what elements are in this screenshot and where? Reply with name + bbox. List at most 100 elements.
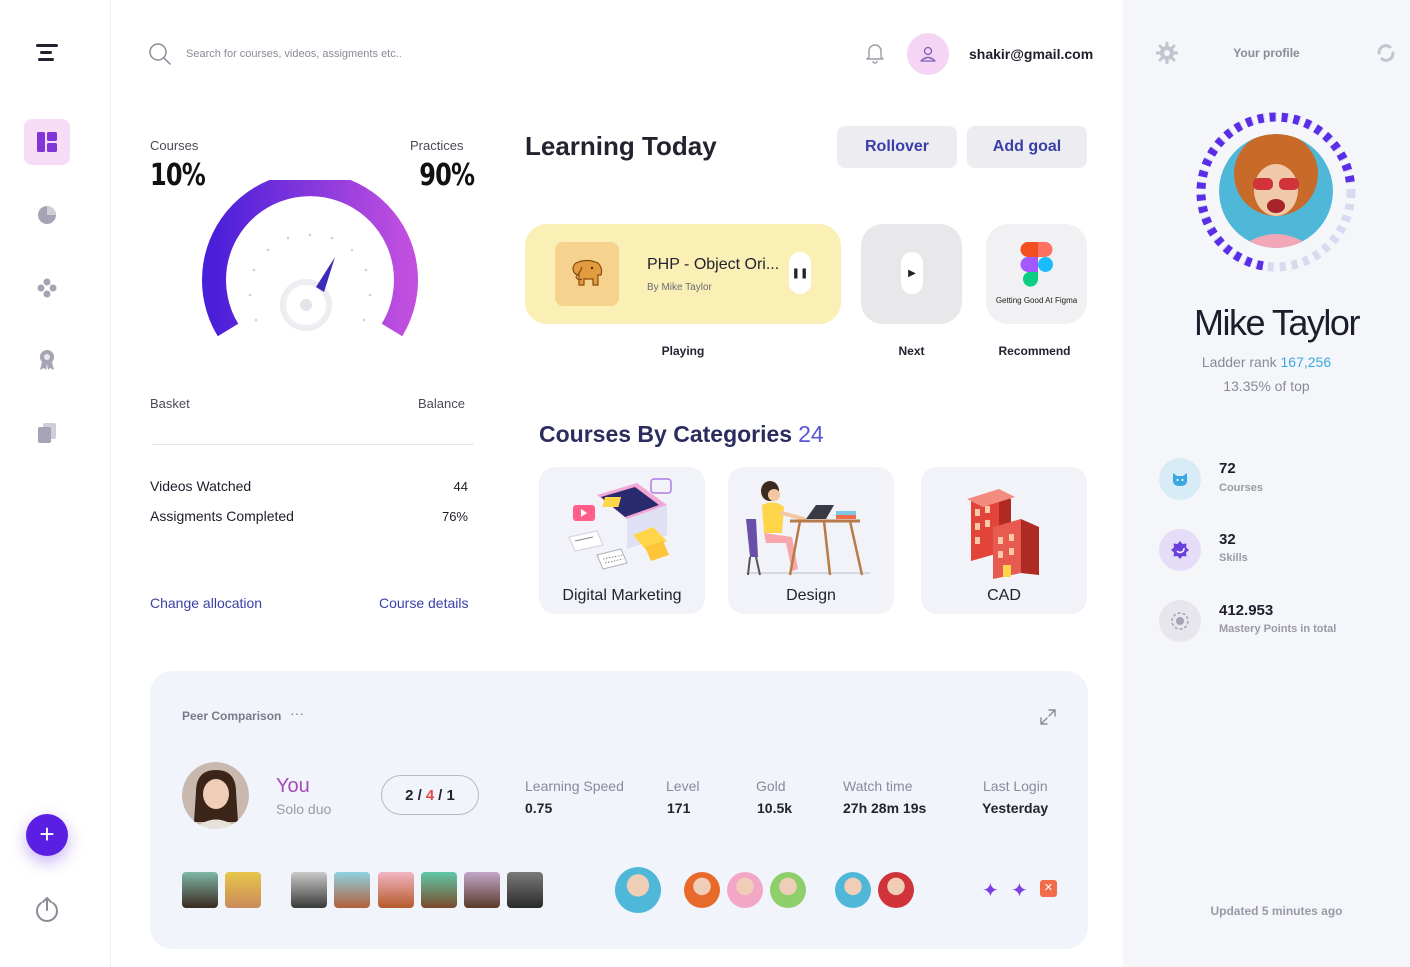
skills-count: 32 bbox=[1219, 531, 1236, 548]
expand-icon[interactable] bbox=[1038, 707, 1058, 732]
peer-avatar[interactable] bbox=[507, 872, 543, 908]
profile-title: Your profile bbox=[1233, 46, 1300, 60]
play-icon[interactable]: ▶ bbox=[901, 252, 923, 294]
you-avatar bbox=[182, 762, 249, 829]
last-login-value: Yesterday bbox=[982, 800, 1049, 816]
category-card-cad[interactable]: CAD bbox=[921, 467, 1087, 614]
more-options-icon[interactable]: ··· bbox=[290, 705, 304, 721]
videos-watched-value: 44 bbox=[453, 479, 468, 494]
badge-icon bbox=[1159, 529, 1201, 571]
pause-button[interactable]: ❚❚ bbox=[789, 252, 811, 294]
balance-gauge bbox=[202, 180, 418, 337]
add-goal-button[interactable]: Add goal bbox=[967, 126, 1087, 168]
peer-avatar[interactable] bbox=[615, 867, 661, 913]
level-label: Level bbox=[666, 778, 700, 794]
refresh-icon[interactable] bbox=[1375, 42, 1397, 69]
search-icon[interactable] bbox=[148, 42, 172, 71]
learning-today-title: Learning Today bbox=[525, 131, 717, 161]
practices-label: Practices bbox=[410, 138, 464, 153]
divider bbox=[152, 444, 474, 445]
mastery-points: 412.953 bbox=[1219, 602, 1274, 619]
learning-speed-label: Learning Speed bbox=[525, 778, 624, 794]
peer-avatar[interactable] bbox=[727, 872, 763, 908]
documents-icon[interactable] bbox=[24, 410, 70, 456]
category-card-digital-marketing[interactable]: Digital Marketing bbox=[539, 467, 705, 614]
skills-count-label: Skills bbox=[1219, 552, 1248, 564]
peer-avatar[interactable] bbox=[464, 872, 500, 908]
ladder-rank: Ladder rank 167,256 bbox=[1201, 354, 1332, 370]
sparkle-icon[interactable]: ✦ bbox=[1011, 878, 1028, 903]
peer-avatar[interactable] bbox=[378, 872, 414, 908]
course-details-link[interactable]: Course details bbox=[379, 595, 469, 611]
recommend-text: Getting Good At Figma bbox=[995, 296, 1078, 305]
change-allocation-link[interactable]: Change allocation bbox=[150, 595, 262, 611]
community-icon[interactable] bbox=[24, 265, 70, 311]
learning-speed-value: 0.75 bbox=[525, 800, 553, 816]
peer-avatar[interactable] bbox=[878, 872, 914, 908]
rank-percentile: 13.35% of top bbox=[1223, 378, 1310, 394]
user-icon bbox=[920, 46, 936, 62]
cat-icon bbox=[1159, 458, 1201, 500]
categories-title: Courses By Categories 24 bbox=[539, 421, 824, 447]
search-input[interactable] bbox=[186, 44, 506, 64]
category-card-design[interactable]: Design bbox=[728, 467, 894, 614]
php-elephant-icon bbox=[555, 242, 619, 306]
balance-label: Balance bbox=[418, 396, 465, 411]
watch-time-label: Watch time bbox=[843, 778, 913, 794]
peer-avatar[interactable] bbox=[334, 872, 370, 908]
gold-label: Gold bbox=[756, 778, 786, 794]
mode-label: Solo duo bbox=[276, 801, 332, 817]
profile-photo bbox=[1219, 134, 1333, 248]
playing-course-title: PHP - Object Ori... bbox=[647, 256, 780, 273]
logout-icon[interactable] bbox=[33, 895, 61, 928]
sidebar: + bbox=[0, 0, 111, 967]
mastery-points-label: Mastery Points in total bbox=[1219, 623, 1337, 635]
peer-avatar[interactable] bbox=[770, 872, 806, 908]
courses-label: Courses bbox=[150, 138, 199, 153]
recommend-card[interactable]: Getting Good At Figma bbox=[986, 224, 1087, 324]
rollover-button[interactable]: Rollover bbox=[837, 126, 957, 168]
last-login-label: Last Login bbox=[983, 778, 1048, 794]
gold-value: 10.5k bbox=[757, 800, 793, 816]
close-icon[interactable]: ✕ bbox=[1040, 880, 1057, 897]
categories-count: 24 bbox=[798, 421, 824, 447]
you-label: You bbox=[276, 775, 310, 797]
user-email[interactable]: shakir@gmail.com bbox=[969, 46, 1093, 62]
playing-card[interactable]: PHP - Object Ori... By Mike Taylor ❚❚ bbox=[525, 224, 841, 324]
profile-panel: Your profile Mike Taylor Ladder rank 167… bbox=[1123, 0, 1410, 967]
cad-building-illustration bbox=[967, 489, 1039, 579]
peer-avatar[interactable] bbox=[835, 872, 871, 908]
category-label: Digital Marketing bbox=[562, 587, 682, 604]
sparkle-icon[interactable]: ✦ bbox=[982, 878, 999, 903]
profile-name: Mike Taylor bbox=[1194, 302, 1360, 343]
courses-count-label: Courses bbox=[1219, 482, 1264, 494]
user-avatar[interactable] bbox=[907, 33, 949, 75]
peer-comparison-title: Peer Comparison bbox=[182, 709, 282, 723]
design-illustration bbox=[746, 481, 870, 576]
peer-avatar[interactable] bbox=[225, 872, 261, 908]
peer-avatar[interactable] bbox=[421, 872, 457, 908]
videos-watched-label: Videos Watched bbox=[150, 478, 252, 494]
bell-icon[interactable] bbox=[865, 42, 885, 69]
next-caption: Next bbox=[898, 344, 925, 358]
dashboard-icon[interactable] bbox=[24, 119, 70, 165]
figma-icon bbox=[1020, 242, 1053, 287]
add-button[interactable]: + bbox=[26, 814, 68, 856]
assignments-completed-label: Assigments Completed bbox=[150, 508, 294, 524]
peer-avatar[interactable] bbox=[291, 872, 327, 908]
menu-icon[interactable] bbox=[36, 44, 58, 62]
app: + shakir@gmail.com Courses Practices 10%… bbox=[0, 0, 1410, 967]
award-icon[interactable] bbox=[24, 337, 70, 383]
peer-avatar[interactable] bbox=[684, 872, 720, 908]
assignments-completed-value: 76% bbox=[441, 509, 468, 524]
peer-avatar[interactable] bbox=[182, 872, 218, 908]
playing-caption: Playing bbox=[661, 344, 705, 358]
watch-time-value: 27h 28m 19s bbox=[843, 800, 927, 816]
playing-course-author: By Mike Taylor bbox=[647, 282, 712, 293]
recommend-caption: Recommend bbox=[998, 344, 1071, 358]
next-card[interactable]: ▶ bbox=[861, 224, 962, 324]
pie-chart-icon[interactable] bbox=[24, 192, 70, 238]
digital-marketing-illustration bbox=[568, 478, 672, 570]
category-label: CAD bbox=[987, 587, 1021, 604]
rank-pill: 2 /4/ 1 bbox=[381, 775, 479, 815]
